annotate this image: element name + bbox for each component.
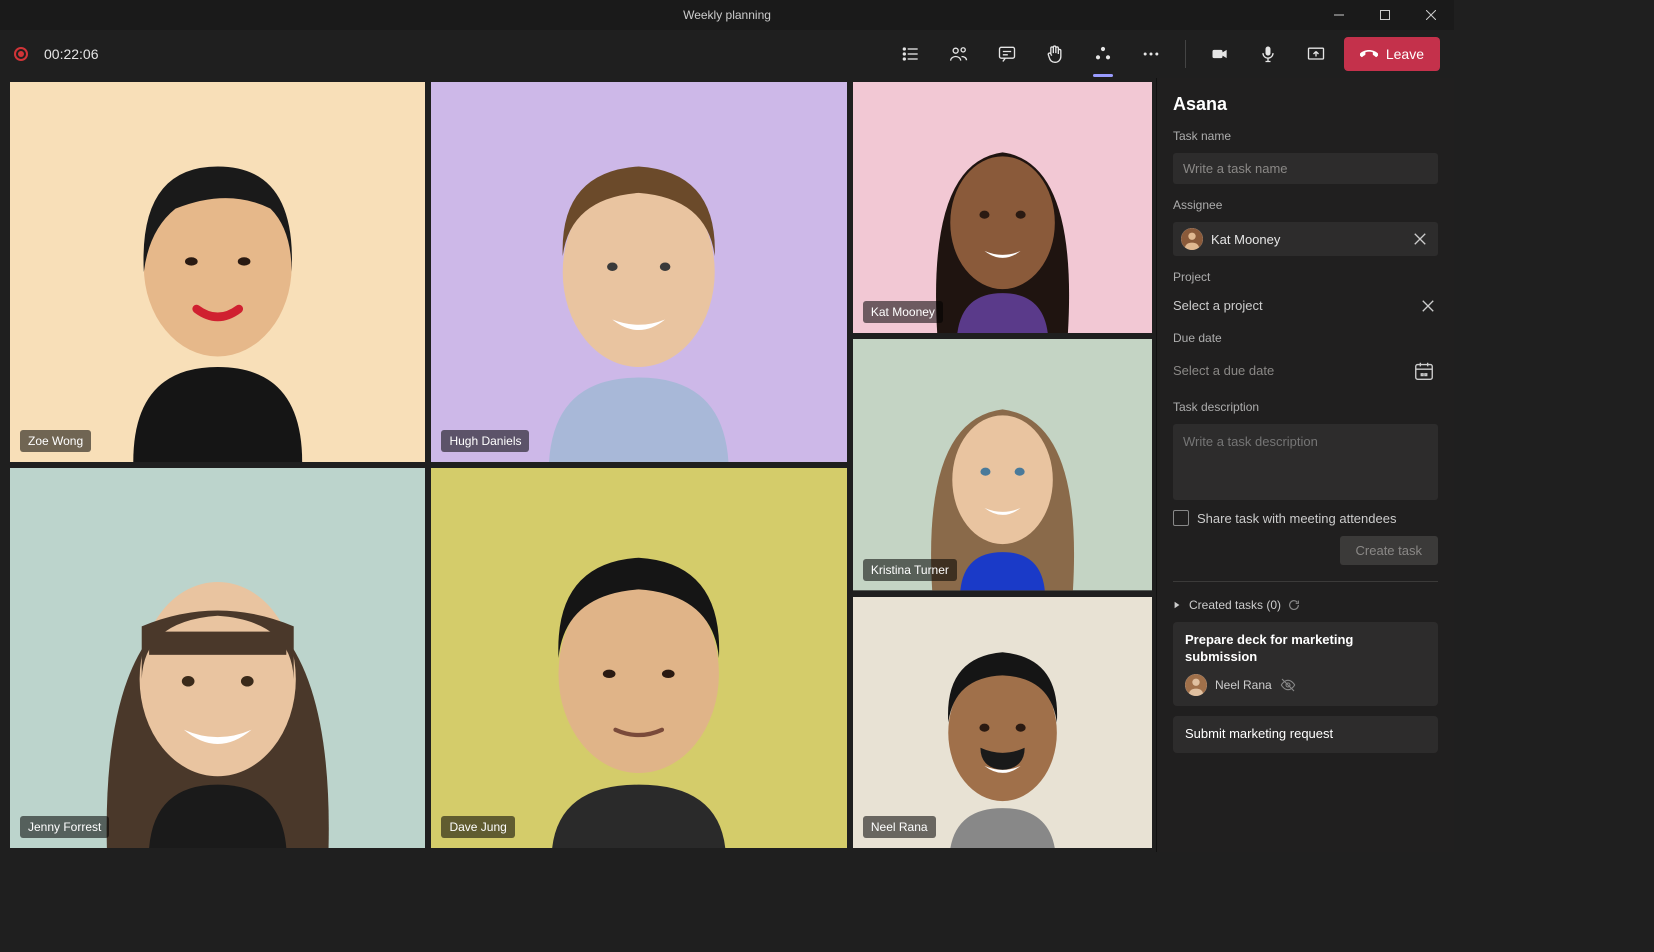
video-tile-hugh[interactable]: Hugh Daniels	[431, 82, 846, 462]
meeting-toolbar: 00:22:06 Leave	[0, 30, 1454, 78]
due-date-input[interactable]	[1173, 355, 1402, 386]
task-title: Prepare deck for marketing submission	[1185, 632, 1426, 666]
task-card[interactable]: Submit marketing request	[1173, 716, 1438, 753]
task-meta: Neel Rana	[1185, 674, 1426, 696]
participant-name: Jenny Forrest	[20, 816, 109, 838]
people-icon[interactable]	[939, 34, 979, 74]
main-area: Zoe Wong Hugh Daniels	[0, 78, 1454, 852]
more-icon[interactable]	[1131, 34, 1171, 74]
titlebar: Weekly planning	[0, 0, 1454, 30]
chat-icon[interactable]	[987, 34, 1027, 74]
avatar	[1185, 674, 1207, 696]
avatar	[1181, 228, 1203, 250]
leave-label: Leave	[1386, 46, 1424, 62]
participant-name: Kat Mooney	[863, 301, 943, 323]
video-tile-dave[interactable]: Dave Jung	[431, 468, 846, 848]
task-name-input[interactable]	[1173, 153, 1438, 184]
task-card[interactable]: Prepare deck for marketing submission Ne…	[1173, 622, 1438, 706]
close-button[interactable]	[1408, 0, 1454, 30]
due-date-label: Due date	[1173, 331, 1438, 345]
calendar-icon[interactable]	[1410, 357, 1438, 385]
participant-name: Zoe Wong	[20, 430, 91, 452]
window-controls	[1316, 0, 1454, 30]
recording-icon	[14, 47, 28, 61]
task-description-label: Task description	[1173, 400, 1438, 414]
participant-name: Hugh Daniels	[441, 430, 529, 452]
refresh-icon[interactable]	[1287, 598, 1301, 612]
share-task-checkbox-row[interactable]: Share task with meeting attendees	[1173, 510, 1438, 526]
minimize-button[interactable]	[1316, 0, 1362, 30]
video-grid: Zoe Wong Hugh Daniels	[0, 78, 1156, 852]
participant-name: Kristina Turner	[863, 559, 957, 581]
list-icon[interactable]	[891, 34, 931, 74]
video-tile-jenny[interactable]: Jenny Forrest	[10, 468, 425, 848]
chevron-right-icon	[1173, 598, 1183, 612]
project-field[interactable]: Select a project	[1173, 294, 1438, 317]
maximize-button[interactable]	[1362, 0, 1408, 30]
video-tile-zoe[interactable]: Zoe Wong	[10, 82, 425, 462]
asana-panel: Asana Task name Assignee Kat Mooney Proj…	[1156, 78, 1454, 852]
share-screen-icon[interactable]	[1296, 34, 1336, 74]
participant-name: Dave Jung	[441, 816, 514, 838]
raise-hand-icon[interactable]	[1035, 34, 1075, 74]
clear-assignee-icon[interactable]	[1410, 232, 1430, 246]
task-description-input[interactable]	[1173, 424, 1438, 500]
project-label: Project	[1173, 270, 1438, 284]
assignee-field[interactable]: Kat Mooney	[1173, 222, 1438, 256]
task-name-label: Task name	[1173, 129, 1438, 143]
video-tile-kristina[interactable]: Kristina Turner	[853, 339, 1152, 590]
apps-icon[interactable]	[1083, 34, 1123, 74]
task-assignee: Neel Rana	[1215, 678, 1272, 692]
divider	[1173, 581, 1438, 582]
created-tasks-header[interactable]: Created tasks (0)	[1173, 598, 1438, 612]
assignee-label: Assignee	[1173, 198, 1438, 212]
leave-button[interactable]: Leave	[1344, 37, 1440, 71]
window-title: Weekly planning	[683, 8, 771, 22]
microphone-icon[interactable]	[1248, 34, 1288, 74]
create-task-button[interactable]: Create task	[1340, 536, 1438, 565]
checkbox-icon[interactable]	[1173, 510, 1189, 526]
share-task-label: Share task with meeting attendees	[1197, 511, 1396, 526]
participant-name: Neel Rana	[863, 816, 936, 838]
clear-project-icon[interactable]	[1418, 299, 1438, 313]
panel-title: Asana	[1173, 94, 1438, 115]
video-tile-neel[interactable]: Neel Rana	[853, 597, 1152, 848]
task-title: Submit marketing request	[1185, 726, 1426, 743]
camera-icon[interactable]	[1200, 34, 1240, 74]
project-placeholder: Select a project	[1173, 298, 1263, 313]
video-tile-kat[interactable]: Kat Mooney	[853, 82, 1152, 333]
assignee-value: Kat Mooney	[1211, 232, 1280, 247]
toolbar-divider	[1185, 40, 1186, 68]
recording-time: 00:22:06	[44, 46, 99, 62]
eye-off-icon	[1280, 677, 1296, 693]
created-tasks-label: Created tasks (0)	[1189, 598, 1281, 612]
